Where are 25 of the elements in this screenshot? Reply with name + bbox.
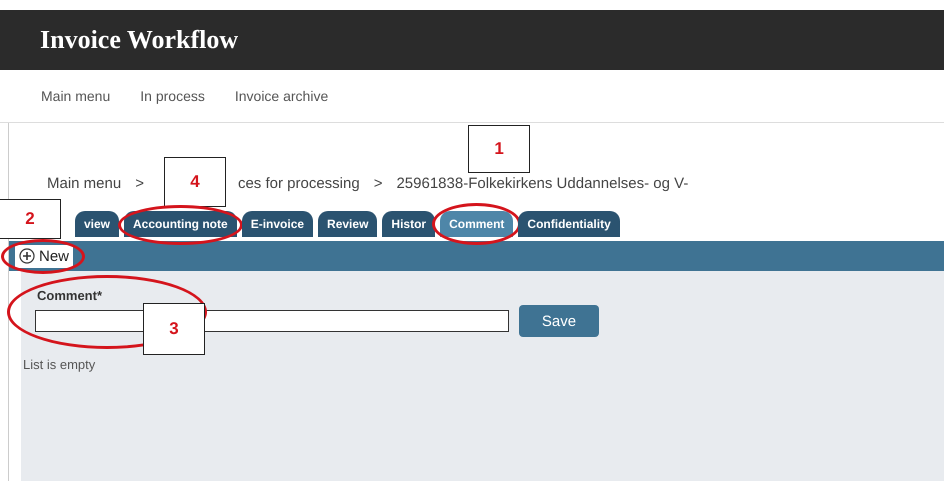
empty-message: List is empty [23, 357, 96, 372]
tab[interactable]: Review [318, 211, 378, 237]
nav-link[interactable]: In process [140, 88, 205, 104]
tab[interactable]: Accounting note [124, 211, 237, 237]
breadcrumb-item[interactable]: 25961838-Folkekirkens Uddannelses- og V- [396, 175, 688, 193]
breadcrumb-item[interactable]: > [374, 175, 382, 193]
tab[interactable]: Comment [440, 211, 514, 237]
field-label: Comment* [37, 288, 102, 303]
breadcrumb-item[interactable]: > [135, 175, 144, 193]
annotation-number: 2 [0, 198, 61, 238]
new-button[interactable]: New [15, 244, 74, 268]
save-button[interactable]: Save [519, 305, 599, 337]
nav-link[interactable]: Invoice archive [234, 88, 328, 104]
tab[interactable]: view [75, 211, 120, 237]
tab[interactable]: E-invoice [242, 211, 314, 237]
tab[interactable]: Confidentiality [518, 211, 620, 237]
breadcrumb-item[interactable]: Main menu [47, 175, 122, 193]
add-icon [19, 248, 35, 264]
nav-link[interactable]: Main menu [41, 88, 110, 104]
annotation-number: 1 [468, 125, 530, 173]
annotation-number: 4 [164, 157, 226, 207]
breadcrumb-item[interactable]: ces for processing [238, 175, 360, 193]
tab[interactable]: Histor [382, 211, 436, 237]
annotation-number: 3 [143, 303, 205, 355]
app-title: Invoice Workflow [40, 25, 238, 55]
